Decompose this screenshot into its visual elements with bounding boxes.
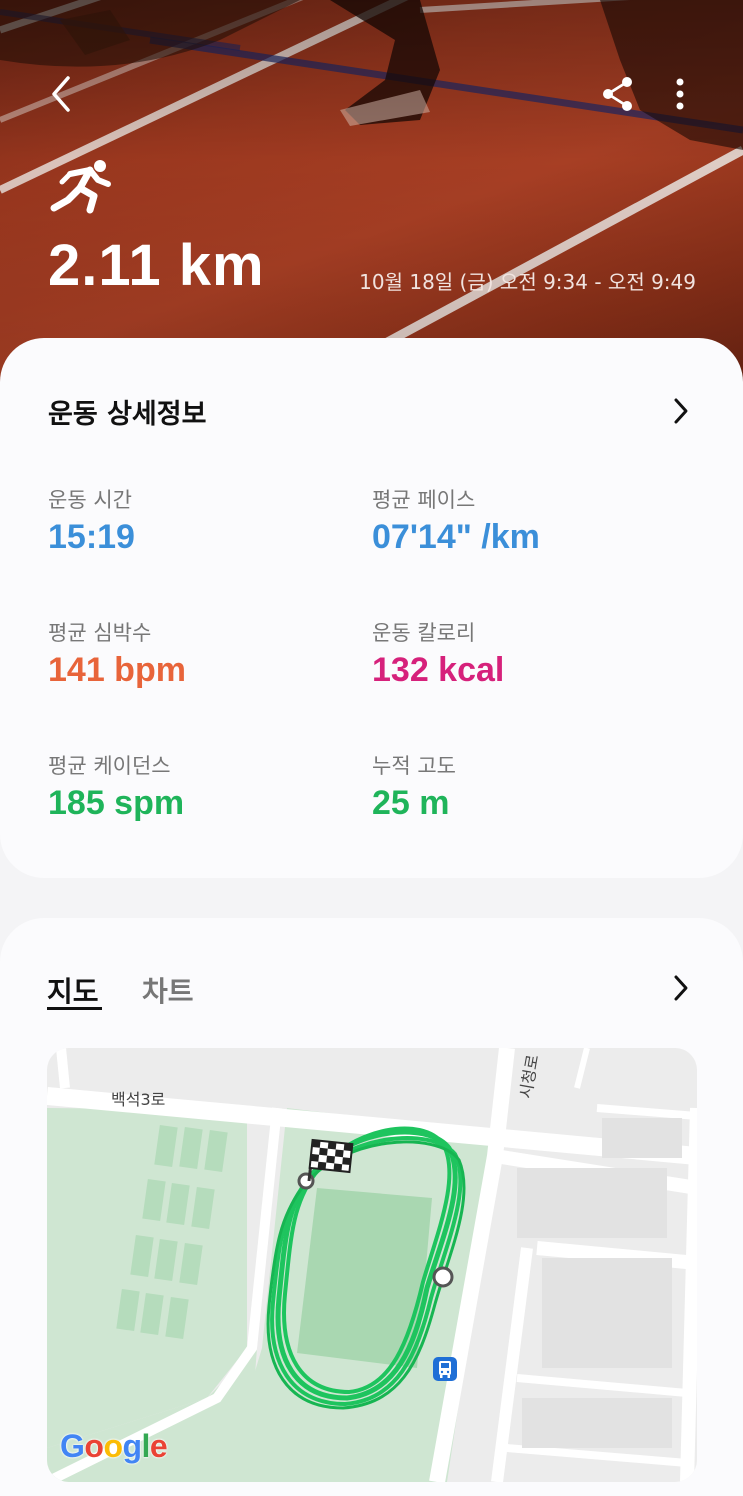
google-logo: Google — [60, 1428, 168, 1464]
road-label-baekseok3ro: 백석3로 — [111, 1090, 166, 1109]
stat-label-calories: 운동 칼로리 — [372, 621, 476, 645]
more-options-button[interactable] — [662, 74, 698, 114]
share-button[interactable] — [598, 74, 638, 114]
tab-map-underline — [47, 1007, 102, 1010]
running-icon — [50, 160, 111, 214]
stat-value-cadence: 185 spm — [48, 784, 185, 822]
stat-value-calories: 132 kcal — [372, 651, 505, 689]
tab-map[interactable]: 지도 — [47, 970, 99, 1010]
workout-date-range: 10월 18일 (금) 오전 9:34 - 오전 9:49 — [359, 270, 696, 294]
tab-chart[interactable]: 차트 — [142, 970, 194, 1010]
stat-label-pace: 평균 페이스 — [372, 488, 476, 512]
share-icon — [603, 77, 632, 111]
distance-value: 2.11 km — [48, 233, 265, 298]
stat-value-duration: 15:19 — [48, 518, 135, 556]
stat-label-heart-rate: 평균 심박수 — [48, 621, 152, 645]
stat-label-elevation: 누적 고도 — [372, 754, 456, 778]
details-title: 운동 상세정보 — [48, 399, 207, 430]
more-icon — [676, 78, 684, 110]
stat-label-duration: 운동 시간 — [48, 488, 132, 512]
bus-stop-icon — [433, 1357, 457, 1381]
stat-label-cadence: 평균 케이던스 — [48, 754, 171, 778]
stat-value-heart-rate: 141 bpm — [48, 651, 186, 689]
back-icon — [52, 76, 70, 112]
stat-value-pace: 07'14" /km — [372, 518, 540, 556]
details-chevron-right-icon[interactable] — [670, 396, 692, 426]
stat-value-elevation: 25 m — [372, 784, 450, 822]
map-chevron-right-icon[interactable] — [670, 973, 692, 1003]
back-button[interactable] — [40, 72, 84, 116]
route-map[interactable]: 백석3로 시청로 Google — [47, 1048, 697, 1482]
map-canvas — [47, 1048, 697, 1482]
